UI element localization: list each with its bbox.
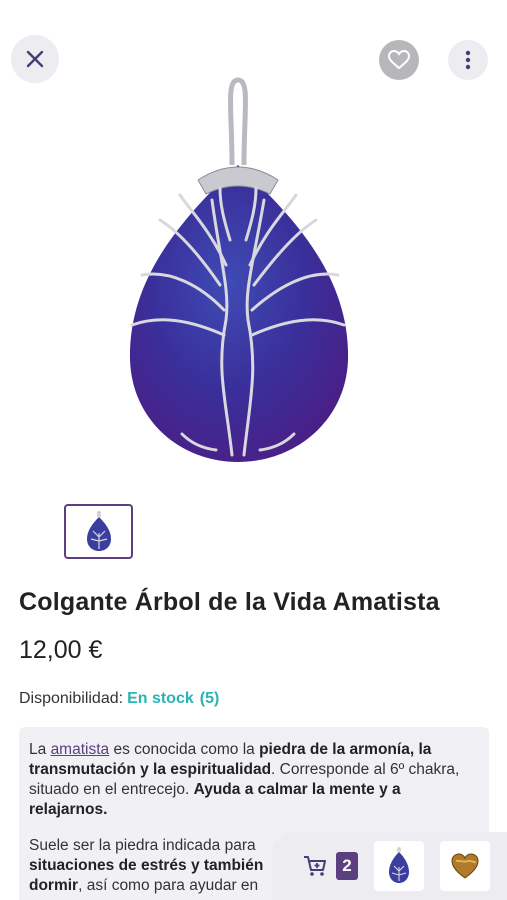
cart-count-badge: 2: [336, 852, 358, 880]
cart-item-thumbnail[interactable]: [440, 841, 490, 891]
availability: Disponibilidad: En stock (5): [19, 690, 219, 708]
more-options-button[interactable]: [448, 40, 488, 80]
cart-bar[interactable]: 2: [272, 832, 507, 900]
image-thumbnail[interactable]: [64, 504, 133, 559]
close-icon: [26, 50, 44, 68]
availability-status: En stock: [127, 690, 194, 707]
close-button[interactable]: [11, 35, 59, 83]
description-paragraph-1: La amatista es conocida como la piedra d…: [29, 741, 460, 818]
cart-add-icon[interactable]: [302, 853, 328, 879]
pendant-thumbnail-icon: [389, 847, 409, 883]
product-image[interactable]: [0, 0, 507, 490]
availability-label: Disponibilidad:: [19, 690, 124, 707]
pendant-thumbnail-icon: [86, 510, 111, 551]
product-price: 12,00 €: [19, 636, 103, 664]
product-title: Colgante Árbol de la Vida Amatista: [19, 588, 440, 616]
heart-icon: [388, 50, 410, 70]
pendant-image: [129, 77, 349, 462]
amatista-link[interactable]: amatista: [51, 741, 110, 758]
cart-item-thumbnail[interactable]: [374, 841, 424, 891]
favorite-button[interactable]: [379, 40, 419, 80]
more-vertical-icon: [465, 50, 471, 70]
heart-stone-icon: [451, 853, 479, 879]
availability-count: (5): [199, 690, 220, 707]
